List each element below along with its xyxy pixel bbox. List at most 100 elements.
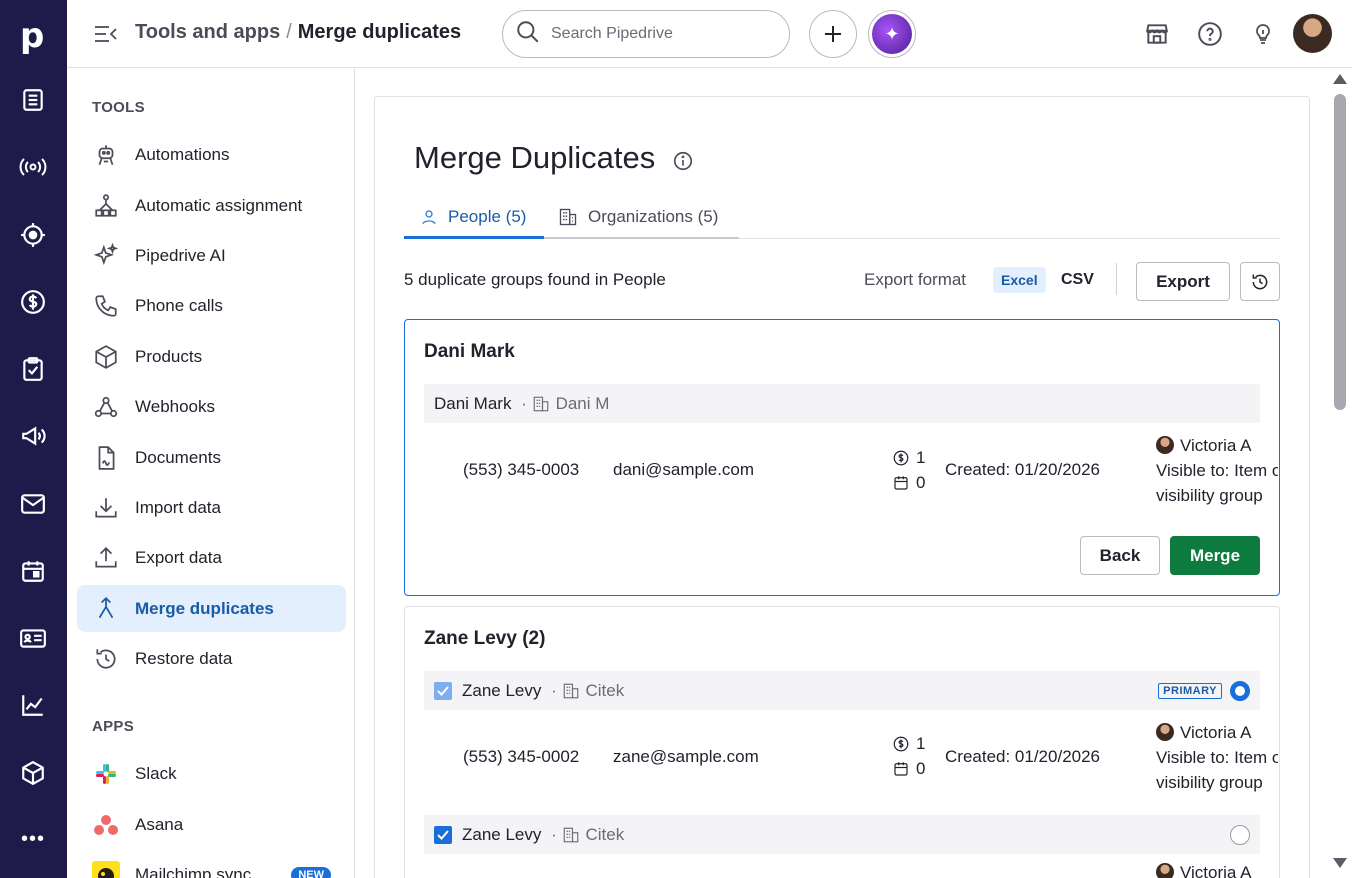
visibility-text-2: visibility group — [1156, 486, 1263, 505]
info-icon[interactable] — [672, 150, 694, 177]
sidebar-item-pipedrive-ai[interactable]: Pipedrive AI — [77, 232, 346, 279]
created-date: Created: 01/20/2026 — [945, 460, 1101, 479]
export-button[interactable]: Export — [1136, 262, 1230, 301]
person-name[interactable]: Dani Mark — [434, 394, 511, 414]
activities-value: 0 — [916, 473, 926, 492]
breadcrumb-parent-link[interactable]: Tools and apps — [135, 21, 280, 43]
scroll-down-arrow[interactable] — [1333, 858, 1347, 868]
merge-button[interactable]: Merge — [1170, 536, 1260, 575]
user-avatar[interactable] — [1293, 14, 1332, 53]
owner-name: Victoria A — [1180, 863, 1252, 878]
mail-icon[interactable] — [17, 488, 49, 520]
duplicate-group: Zane Levy (2) Zane Levy · Citek PRIMARY … — [404, 606, 1280, 878]
calendar-icon[interactable] — [17, 555, 49, 587]
person-name[interactable]: Zane Levy — [462, 825, 541, 845]
activities-count: 0 — [892, 473, 925, 493]
sidebar-item-asana[interactable]: Asana — [77, 801, 346, 848]
tab-people[interactable]: People (5) — [404, 197, 544, 239]
target-icon[interactable] — [17, 219, 49, 251]
deals-value: 1 — [916, 734, 926, 753]
megaphone-icon[interactable] — [17, 420, 49, 452]
more-icon[interactable]: ••• — [17, 823, 49, 855]
sidebar-item-automations[interactable]: Automations — [77, 131, 346, 178]
page-scrollbar[interactable] — [1330, 68, 1352, 878]
insights-chart-icon[interactable] — [17, 689, 49, 721]
format-excel-option[interactable]: Excel — [993, 267, 1046, 293]
building-icon — [563, 827, 578, 842]
tab-organizations[interactable]: Organizations (5) — [544, 197, 739, 239]
group-title: Zane Levy (2) — [424, 628, 546, 649]
scroll-up-arrow[interactable] — [1333, 74, 1347, 84]
products-cube-icon[interactable] — [17, 757, 49, 789]
email-value: dani@sample.com — [613, 460, 755, 479]
back-button[interactable]: Back — [1080, 536, 1160, 575]
search-input[interactable] — [551, 25, 771, 43]
scroll-thumb[interactable] — [1334, 94, 1346, 410]
breadcrumb-separator: / — [286, 21, 292, 43]
robot-icon — [92, 141, 120, 169]
sidebar-item-label: Export data — [135, 547, 222, 567]
sidebar-item-phone-calls[interactable]: Phone calls — [77, 282, 346, 329]
calendar-icon — [894, 762, 908, 776]
visibility-text: Visible to: Item owner's — [1156, 461, 1278, 480]
primary-badge: PRIMARY — [1158, 682, 1222, 699]
activities-value: 0 — [916, 759, 926, 778]
upload-icon — [92, 544, 120, 572]
dollar-icon — [893, 450, 909, 466]
person-name[interactable]: Zane Levy — [462, 681, 541, 701]
broadcast-icon[interactable] — [17, 151, 49, 183]
ai-assistant-button[interactable]: ✦ — [868, 10, 916, 58]
primary-radio[interactable] — [1230, 824, 1250, 845]
merge-icon — [92, 595, 120, 623]
document-icon — [92, 444, 120, 472]
dollar-icon[interactable] — [17, 286, 49, 318]
marketplace-icon[interactable] — [1143, 20, 1171, 48]
phone-icon — [92, 292, 120, 320]
download-icon — [92, 494, 120, 522]
sidebar-item-restore-data[interactable]: Restore data — [77, 635, 346, 682]
export-history-button[interactable] — [1240, 262, 1280, 301]
sidebar-item-import-data[interactable]: Import data — [77, 484, 346, 531]
sidebar-item-products[interactable]: Products — [77, 333, 346, 380]
lightbulb-icon[interactable] — [1249, 20, 1277, 48]
sidebar-item-label: Slack — [135, 763, 177, 783]
sidebar-item-label: Asana — [135, 814, 184, 834]
primary-radio[interactable] — [1230, 680, 1250, 701]
building-icon — [563, 683, 578, 698]
visibility-text-2: visibility group — [1156, 773, 1263, 792]
organization-link[interactable]: · Citek — [546, 681, 624, 701]
sparkle-icon: ✦ — [872, 14, 912, 54]
help-icon[interactable] — [1196, 20, 1224, 48]
sidebar-item-export-data[interactable]: Export data — [77, 534, 346, 581]
new-badge: NEW — [291, 866, 331, 878]
organization-name: Dani M — [555, 393, 610, 413]
contacts-icon[interactable] — [17, 622, 49, 654]
leads-inbox-icon[interactable] — [17, 84, 49, 116]
owner-avatar — [1156, 436, 1174, 454]
tasks-icon[interactable] — [17, 353, 49, 385]
sidebar-item-automatic-assignment[interactable]: Automatic assignment — [77, 182, 346, 229]
sidebar-item-label: Products — [135, 346, 203, 366]
row-checkbox[interactable] — [434, 825, 452, 844]
tab-people-label: People (5) — [448, 206, 527, 226]
plus-icon — [825, 26, 841, 42]
email-value: zane@sample.com — [613, 747, 759, 766]
visibility-text: Visible to: Item owner's — [1156, 748, 1278, 767]
search-box[interactable] — [502, 10, 790, 58]
quick-add-button[interactable] — [809, 10, 857, 58]
calendar-icon — [894, 476, 908, 490]
sidebar-item-documents[interactable]: Documents — [77, 434, 346, 481]
row-checkbox[interactable] — [434, 681, 452, 700]
pipedrive-logo[interactable]: p — [20, 16, 44, 56]
organization-link[interactable]: · Dani M — [516, 394, 609, 414]
sidebar-item-mailchimp-sync[interactable]: Mailchimp sync NEW — [77, 851, 346, 878]
organization-link[interactable]: · Citek — [546, 825, 624, 845]
check-icon — [437, 829, 449, 840]
export-format-label: Export format — [864, 270, 967, 289]
sidebar-item-slack[interactable]: Slack — [77, 750, 346, 797]
apps-section-title: APPS — [92, 718, 135, 735]
format-csv-option[interactable]: CSV — [1061, 271, 1094, 289]
collapse-menu-icon[interactable] — [93, 22, 119, 51]
sidebar-item-webhooks[interactable]: Webhooks — [77, 383, 346, 430]
sidebar-item-merge-duplicates[interactable]: Merge duplicates — [77, 585, 346, 632]
